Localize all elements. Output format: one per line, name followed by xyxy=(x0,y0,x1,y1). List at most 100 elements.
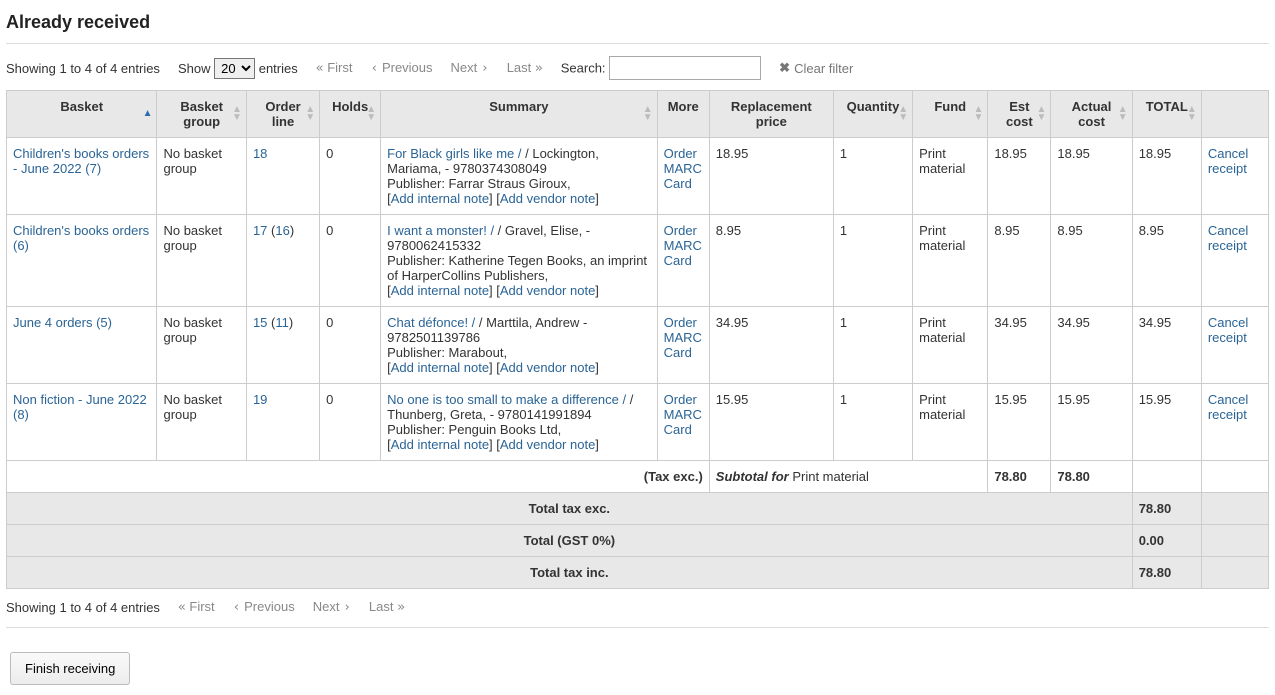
card-link[interactable]: Card xyxy=(664,253,692,268)
sort-icon xyxy=(305,106,315,122)
col-holds[interactable]: Holds xyxy=(320,91,381,138)
sort-icon xyxy=(643,106,653,122)
col-basket-group[interactable]: Basket group xyxy=(157,91,246,138)
finish-receiving-button[interactable]: Finish receiving xyxy=(10,652,130,685)
subtotal-row: (Tax exc.) Subtotal for Print material 7… xyxy=(7,461,1269,493)
chevron-last-icon: » xyxy=(535,61,543,76)
quantity-cell: 1 xyxy=(833,307,912,384)
add-internal-note[interactable]: Add internal note xyxy=(391,437,489,452)
col-more: More xyxy=(657,91,709,138)
order-line-link[interactable]: 18 xyxy=(253,146,267,161)
col-actual-cost[interactable]: Actual cost xyxy=(1051,91,1132,138)
received-table: Basket Basket group Order line Holds Sum… xyxy=(6,90,1269,589)
order-line-link[interactable]: 15 xyxy=(253,315,267,330)
fund-cell: Print material xyxy=(913,215,988,307)
card-link[interactable]: Card xyxy=(664,345,692,360)
col-order-line[interactable]: Order line xyxy=(246,91,319,138)
basket-link[interactable]: Children's books orders (6) xyxy=(13,223,149,253)
order-line-link[interactable]: 16 xyxy=(275,223,289,238)
col-replacement-price[interactable]: Replacement price xyxy=(709,91,833,138)
record-title-link[interactable]: No one is too small to make a difference… xyxy=(387,392,626,407)
basket-link[interactable]: Non fiction - June 2022 (8) xyxy=(13,392,147,422)
est-cost-cell: 8.95 xyxy=(988,215,1051,307)
total-tax-exc: 78.80 xyxy=(1132,493,1201,525)
total-tax-exc-label: Total tax exc. xyxy=(7,493,1133,525)
subtotal-actual: 78.80 xyxy=(1051,461,1132,493)
pager-prev[interactable]: ‹ Previous xyxy=(370,60,432,76)
fund-cell: Print material xyxy=(913,384,988,461)
est-cost-cell: 15.95 xyxy=(988,384,1051,461)
order-link[interactable]: Order xyxy=(664,223,697,238)
pager-next[interactable]: Next › xyxy=(313,599,351,615)
replacement-price-cell: 15.95 xyxy=(709,384,833,461)
sort-icon xyxy=(898,106,908,122)
col-summary[interactable]: Summary xyxy=(381,91,658,138)
cancel-receipt[interactable]: Cancel receipt xyxy=(1208,392,1248,422)
fund-cell: Print material xyxy=(913,307,988,384)
sort-icon xyxy=(232,106,242,122)
actual-cost-cell: 15.95 xyxy=(1051,384,1132,461)
total-gst-label: Total (GST 0%) xyxy=(7,525,1133,557)
col-total[interactable]: TOTAL xyxy=(1132,91,1201,138)
est-cost-cell: 18.95 xyxy=(988,138,1051,215)
add-vendor-note[interactable]: Add vendor note xyxy=(500,437,595,452)
holds-cell: 0 xyxy=(320,138,381,215)
add-vendor-note[interactable]: Add vendor note xyxy=(500,191,595,206)
cancel-receipt[interactable]: Cancel receipt xyxy=(1208,315,1248,345)
order-link[interactable]: Order xyxy=(664,392,697,407)
basket-link[interactable]: Children's books orders - June 2022 (7) xyxy=(13,146,149,176)
clear-filter[interactable]: ✖ Clear filter xyxy=(779,60,853,76)
marc-link[interactable]: MARC xyxy=(664,330,702,345)
marc-link[interactable]: MARC xyxy=(664,161,702,176)
col-est-cost[interactable]: Est cost xyxy=(988,91,1051,138)
basket-link[interactable]: June 4 orders (5) xyxy=(13,315,112,330)
search-input[interactable] xyxy=(609,56,761,80)
cancel-receipt[interactable]: Cancel receipt xyxy=(1208,223,1248,253)
add-vendor-note[interactable]: Add vendor note xyxy=(500,360,595,375)
close-icon: ✖ xyxy=(779,60,790,76)
col-quantity[interactable]: Quantity xyxy=(833,91,912,138)
order-link[interactable]: Order xyxy=(664,315,697,330)
subtotal-for: Subtotal for Print material xyxy=(709,461,988,493)
record-title-link[interactable]: Chat défonce! / xyxy=(387,315,475,330)
card-link[interactable]: Card xyxy=(664,422,692,437)
show-select[interactable]: 20 xyxy=(214,58,255,79)
total-cell: 34.95 xyxy=(1132,307,1201,384)
record-title-link[interactable]: I want a monster! / xyxy=(387,223,494,238)
pager-first[interactable]: « First xyxy=(178,599,215,615)
pager-prev[interactable]: ‹ Previous xyxy=(233,599,295,615)
order-line-link[interactable]: 19 xyxy=(253,392,267,407)
pager-last[interactable]: Last » xyxy=(369,599,405,615)
chevron-right-icon: › xyxy=(481,61,489,76)
chevron-left-icon: ‹ xyxy=(370,61,378,76)
pager-first[interactable]: « First xyxy=(316,60,353,76)
add-internal-note[interactable]: Add internal note xyxy=(391,360,489,375)
table-row: Non fiction - June 2022 (8)No basket gro… xyxy=(7,384,1269,461)
add-internal-note[interactable]: Add internal note xyxy=(391,191,489,206)
summary-cell: No one is too small to make a difference… xyxy=(381,384,658,461)
add-vendor-note[interactable]: Add vendor note xyxy=(500,283,595,298)
fund-cell: Print material xyxy=(913,138,988,215)
order-line-link[interactable]: 11 xyxy=(275,315,289,330)
chevron-right-icon: › xyxy=(343,600,351,615)
basket-group-cell: No basket group xyxy=(157,138,246,215)
entries-info-bottom: Showing 1 to 4 of 4 entries xyxy=(6,600,160,615)
order-link[interactable]: Order xyxy=(664,146,697,161)
search-label: Search: xyxy=(561,61,606,76)
marc-link[interactable]: MARC xyxy=(664,407,702,422)
card-link[interactable]: Card xyxy=(664,176,692,191)
summary-cell: For Black girls like me / / Lockington, … xyxy=(381,138,658,215)
record-title-link[interactable]: For Black girls like me / xyxy=(387,146,521,161)
holds-cell: 0 xyxy=(320,215,381,307)
cancel-receipt[interactable]: Cancel receipt xyxy=(1208,146,1248,176)
pager-last[interactable]: Last » xyxy=(507,60,543,76)
add-internal-note[interactable]: Add internal note xyxy=(391,283,489,298)
col-fund[interactable]: Fund xyxy=(913,91,988,138)
pager-next[interactable]: Next › xyxy=(451,60,489,76)
replacement-price-cell: 8.95 xyxy=(709,215,833,307)
sort-icon xyxy=(973,106,983,122)
col-basket[interactable]: Basket xyxy=(7,91,157,138)
marc-link[interactable]: MARC xyxy=(664,238,702,253)
table-row: Children's books orders (6)No basket gro… xyxy=(7,215,1269,307)
order-line-link[interactable]: 17 xyxy=(253,223,267,238)
